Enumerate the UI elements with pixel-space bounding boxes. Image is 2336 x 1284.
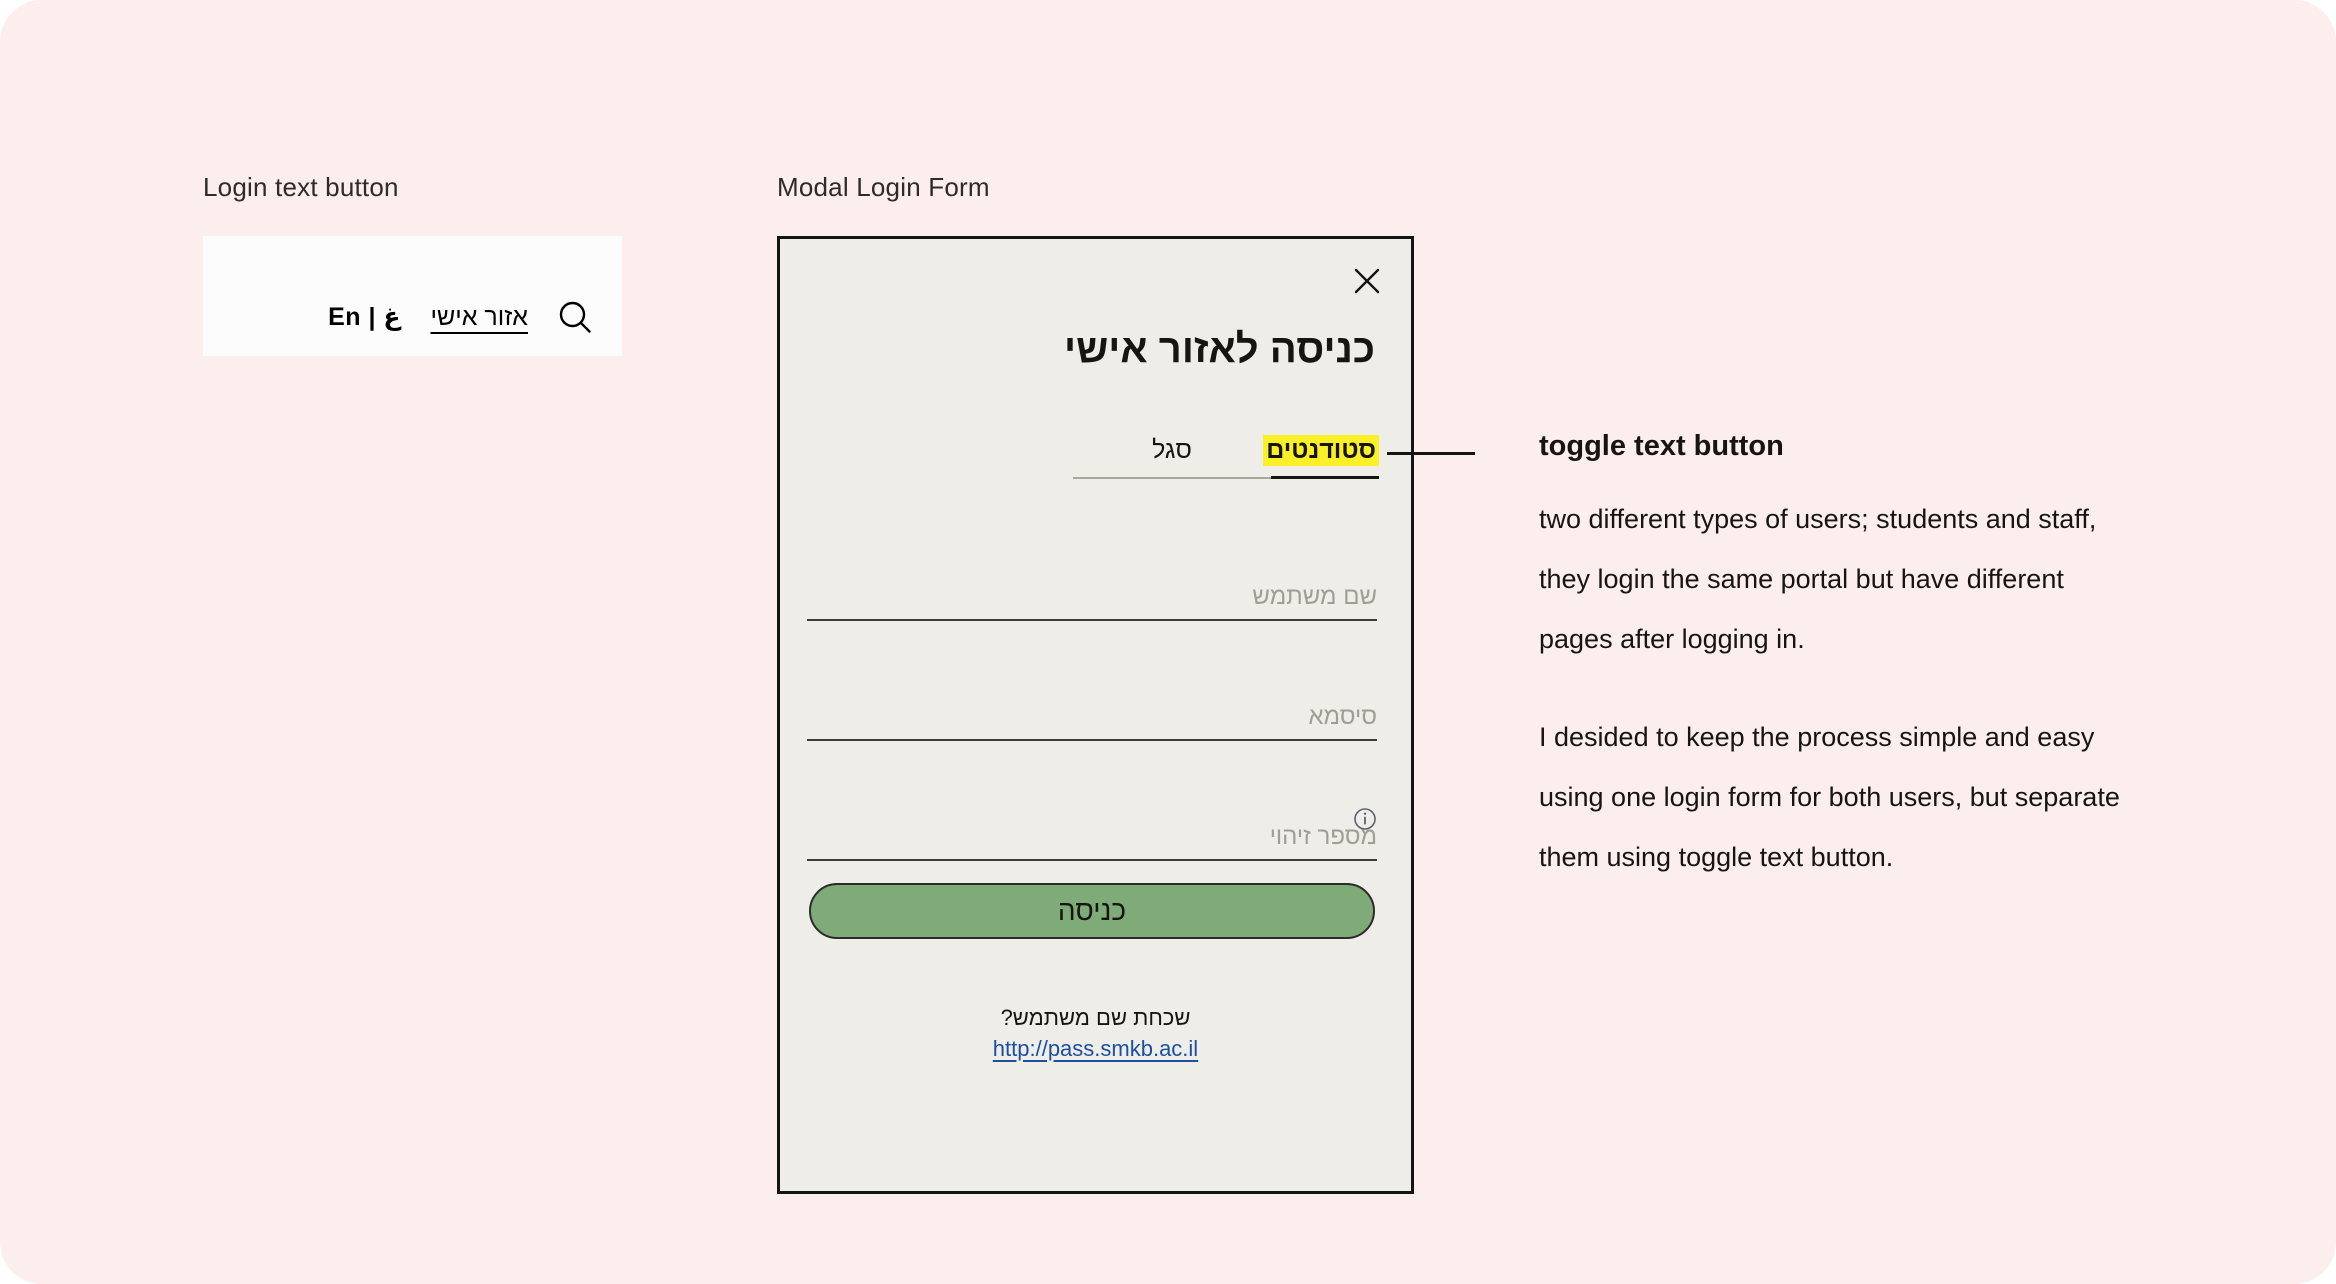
- search-icon[interactable]: [558, 300, 592, 334]
- annotation-block: toggle text button two different types o…: [1539, 430, 2139, 887]
- forgot-username-text: שכחת שם משתמש?: [1000, 1005, 1191, 1030]
- info-row: [807, 807, 1377, 831]
- close-icon[interactable]: [1347, 261, 1387, 301]
- tab-staff-label: סגל: [1152, 436, 1192, 464]
- tab-students-label: סטודנטים: [1263, 435, 1379, 466]
- caption-modal-login-form: Modal Login Form: [777, 172, 990, 202]
- username-input[interactable]: [807, 583, 1377, 611]
- login-fields: [807, 551, 1377, 911]
- annotation-title: toggle text button: [1539, 430, 1784, 462]
- password-reset-link[interactable]: http://pass.smkb.ac.il: [993, 1036, 1198, 1062]
- caption-login-text-button: Login text button: [203, 172, 399, 202]
- field-password: [807, 671, 1377, 741]
- annotation-paragraph-1: two different types of users; students a…: [1539, 504, 2097, 654]
- tab-staff-underline: [1073, 477, 1271, 479]
- nav-row: אזור אישי En | غ: [328, 300, 592, 334]
- info-circle-icon[interactable]: [1353, 807, 1377, 831]
- tab-students-underline: [1271, 476, 1379, 479]
- user-type-toggle: סטודנטים סגל: [1073, 435, 1379, 479]
- tab-students[interactable]: סטודנטים: [1263, 435, 1379, 479]
- nav-personal-area-link[interactable]: אזור אישי: [430, 303, 528, 332]
- modal-footer: שכחת שם משתמש? http://pass.smkb.ac.il: [780, 1005, 1411, 1062]
- modal-login-form: כניסה לאזור אישי סטודנטים סגל שם משתמש מ…: [777, 236, 1414, 1194]
- modal-title: כניסה לאזור אישי: [1064, 327, 1375, 371]
- password-input[interactable]: [807, 703, 1377, 731]
- page-canvas: Login text button Modal Login Form אזור …: [0, 0, 2336, 1284]
- login-nav-card: אזור אישי En | غ: [203, 236, 622, 356]
- tab-staff[interactable]: סגל: [1073, 435, 1271, 479]
- annotation-paragraph-2: I desided to keep the process simple and…: [1539, 722, 2120, 872]
- field-username: [807, 551, 1377, 621]
- login-submit-button[interactable]: כניסה: [809, 883, 1375, 939]
- annotation-leader-line: [1387, 452, 1475, 455]
- nav-language-switch[interactable]: En | غ: [328, 302, 400, 332]
